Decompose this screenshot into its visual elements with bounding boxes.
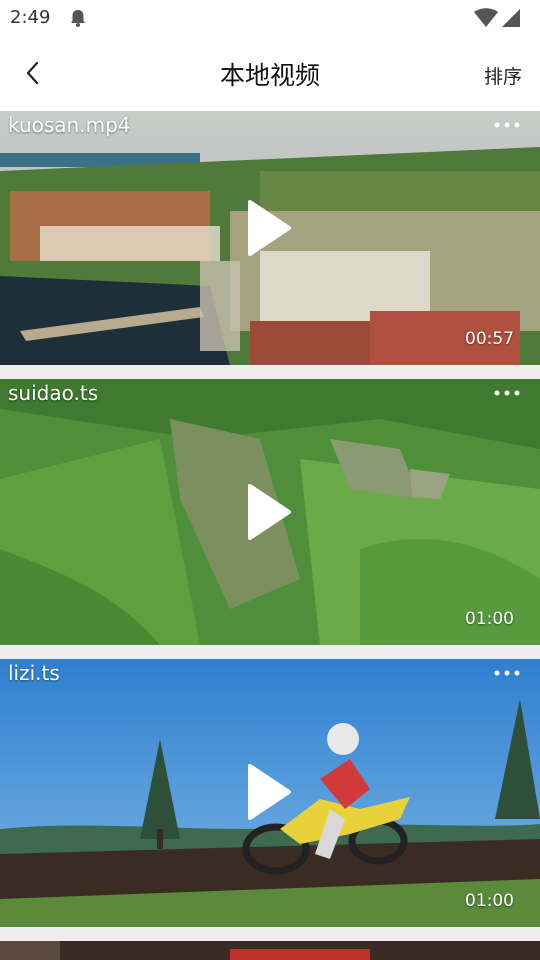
more-options-icon[interactable]: [492, 665, 522, 681]
status-bar: 2:49: [0, 0, 540, 36]
play-icon[interactable]: [246, 483, 292, 541]
list-divider: [0, 927, 540, 941]
list-divider: [0, 365, 540, 379]
video-card[interactable]: kuosan.mp4 00:57: [0, 111, 540, 365]
video-thumbnail: [0, 941, 540, 960]
list-divider: [0, 645, 540, 659]
video-name: lizi.ts: [8, 661, 60, 685]
more-options-icon[interactable]: [492, 117, 522, 133]
video-duration: 00:57: [465, 329, 514, 349]
video-card[interactable]: suidao.ts 01:00: [0, 379, 540, 645]
page-title: 本地视频: [219, 61, 320, 90]
video-name: suidao.ts: [8, 381, 99, 405]
video-card[interactable]: lizi.ts 01:00: [0, 659, 540, 927]
signal-icon: [502, 9, 520, 27]
app-header: 本地视频 排序: [0, 36, 540, 110]
play-icon[interactable]: [246, 763, 292, 821]
notification-bell-icon: [71, 10, 85, 27]
sort-button[interactable]: 排序: [484, 62, 522, 89]
video-card[interactable]: [0, 941, 540, 960]
more-options-icon[interactable]: [492, 385, 522, 401]
play-icon[interactable]: [246, 199, 292, 257]
video-duration: 01:00: [465, 609, 514, 629]
wifi-icon: [474, 8, 498, 27]
video-name: kuosan.mp4: [8, 113, 131, 137]
video-duration: 01:00: [465, 891, 514, 911]
status-time: 2:49: [10, 7, 51, 28]
